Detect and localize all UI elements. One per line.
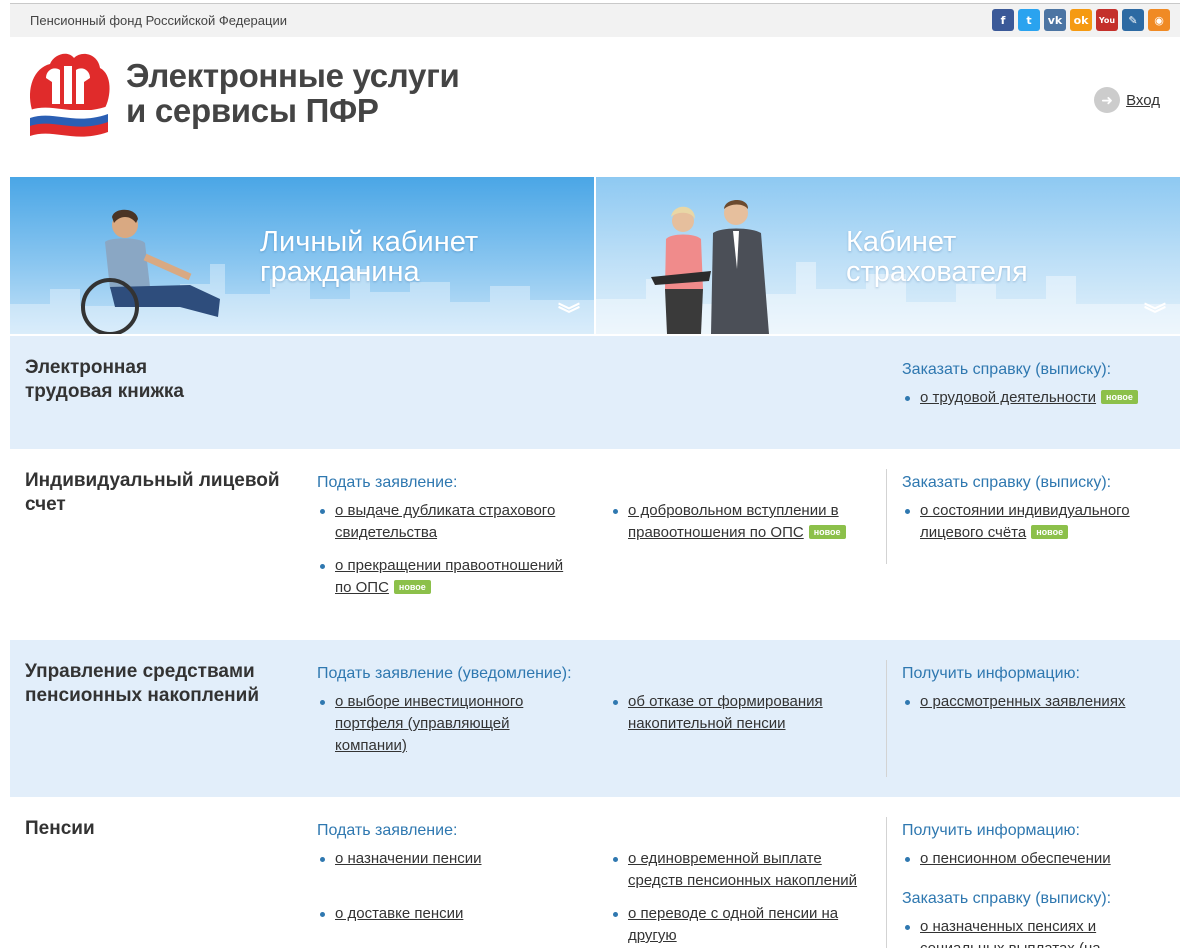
- link-reviewed-applications[interactable]: о рассмотренных заявлениях: [902, 691, 1125, 713]
- site-title-line1: Электронные услуги: [126, 57, 460, 94]
- col-head-submit: Подать заявление:: [317, 474, 458, 491]
- site-title: Электронные услуги и сервисы ПФР: [126, 58, 460, 128]
- new-badge: новое: [1101, 390, 1138, 404]
- section-title-line: Индивидуальный лицевой: [25, 470, 280, 491]
- link-assigned-pensions[interactable]: о назначенных пенсиях и социальных выпла…: [902, 916, 1101, 948]
- link-refuse-funded-pension[interactable]: об отказе от формирования накопительной …: [610, 691, 823, 735]
- link-text: накопительной пенсии: [628, 715, 786, 732]
- link-text: об отказе от формирования: [628, 693, 823, 710]
- col-head-get-info: Получить информацию:: [902, 822, 1080, 839]
- pension-savings-section: Управление средствами пенсионных накопле…: [10, 640, 1180, 797]
- link-pension-transfer[interactable]: о переводе с одной пенсии на другую: [610, 903, 838, 947]
- link-text: о единовременной выплате: [628, 850, 822, 867]
- org-name: Пенсионный фонд Российской Федерации: [30, 13, 287, 28]
- insurer-cabinet-banner[interactable]: Кабинет страхователя ︾: [596, 177, 1180, 334]
- link-pension-delivery[interactable]: о доставке пенсии: [317, 903, 463, 925]
- citizen-title-line2: гражданина: [260, 256, 420, 288]
- labor-book-section: Электронная трудовая книжка Заказать спр…: [10, 336, 1180, 449]
- column-divider: [886, 817, 887, 948]
- new-badge: новое: [1031, 525, 1069, 539]
- citizen-cabinet-banner[interactable]: Личный кабинет гражданина ︾: [10, 177, 594, 334]
- chevron-down-icon: ︾: [557, 302, 580, 327]
- site-title-line2: и сервисы ПФР: [126, 92, 379, 129]
- section-title-line: счет: [25, 494, 66, 515]
- link-text: о доставке пенсии: [335, 905, 464, 922]
- odnoklassniki-icon[interactable]: ok: [1070, 9, 1092, 31]
- man-in-wheelchair-image: [81, 209, 220, 334]
- link-text: о выдаче дубликата страхового: [335, 502, 556, 519]
- link-text: о пенсионном обеспечении: [920, 850, 1111, 867]
- col-head-order-certificate: Заказать справку (выписку):: [902, 361, 1112, 378]
- top-bar: Пенсионный фонд Российской Федерации ftv…: [10, 3, 1180, 37]
- youtube-icon[interactable]: You: [1096, 9, 1118, 31]
- col-head-order-certificate: Заказать справку (выписку):: [902, 474, 1112, 491]
- link-text: о рассмотренных заявлениях: [920, 693, 1126, 710]
- social-links: f t vk ok You ✎ ◉: [992, 9, 1170, 31]
- link-text: портфеля (управляющей: [335, 715, 510, 732]
- link-text: другую: [628, 927, 677, 944]
- link-account-status[interactable]: о состоянии индивидуального лицевого счё…: [902, 500, 1130, 544]
- link-text: о назначении пенсии: [335, 850, 482, 867]
- rss-icon[interactable]: ◉: [1148, 9, 1170, 31]
- link-investment-portfolio[interactable]: о выборе инвестиционного портфеля (управ…: [317, 691, 523, 757]
- link-pension-provision[interactable]: о пенсионном обеспечении: [902, 848, 1111, 870]
- insurer-title-line1: Кабинет: [846, 226, 957, 258]
- link-text: о состоянии индивидуального: [920, 502, 1130, 519]
- link-text: о назначенных пенсиях и: [920, 918, 1097, 935]
- link-text: правоотношения по ОПС: [628, 524, 804, 541]
- pensions-section: Пенсии Подать заявление: о назначении пе…: [10, 797, 1180, 948]
- link-text: социальных выплатах (на: [920, 940, 1101, 948]
- facebook-icon[interactable]: f: [992, 9, 1014, 31]
- link-text: о добровольном вступлении в: [628, 502, 839, 519]
- section-title-line: трудовая книжка: [25, 381, 184, 402]
- link-text: лицевого счёта: [920, 524, 1027, 541]
- link-text: средств пенсионных накоплений: [628, 872, 858, 889]
- new-badge: новое: [808, 525, 846, 539]
- new-badge: новое: [393, 580, 431, 594]
- link-text: о выборе инвестиционного: [335, 693, 524, 710]
- section-title-line: Электронная: [25, 357, 148, 378]
- chevron-down-icon: ︾: [1143, 302, 1166, 327]
- insurer-title-line2: страхователя: [846, 256, 1028, 288]
- link-text: о переводе с одной пенсии на: [628, 905, 839, 922]
- column-divider: [886, 469, 887, 564]
- column-divider: [886, 660, 887, 777]
- login-label: Вход: [1126, 91, 1160, 109]
- section-title: Электронная трудовая книжка: [25, 356, 184, 404]
- citizen-cabinet-title: Личный кабинет гражданина: [260, 227, 478, 287]
- section-title-line: Управление средствами: [25, 661, 255, 682]
- link-assign-pension[interactable]: о назначении пенсии: [317, 848, 482, 870]
- vk-icon[interactable]: vk: [1044, 9, 1066, 31]
- link-labor-activity[interactable]: о трудовой деятельности новое: [902, 387, 1138, 409]
- login-link[interactable]: ➜ Вход: [1094, 87, 1160, 113]
- business-people-image: [651, 200, 769, 334]
- pfr-logo[interactable]: [24, 48, 112, 138]
- livejournal-icon[interactable]: ✎: [1122, 9, 1144, 31]
- section-title: Управление средствами пенсионных накопле…: [25, 660, 259, 708]
- twitter-icon[interactable]: t: [1018, 9, 1040, 31]
- link-terminate-ops[interactable]: о прекращении правоотношений по ОПС новое: [317, 555, 563, 599]
- link-text: компании): [335, 737, 407, 754]
- col-head-submit-notice: Подать заявление (уведомление):: [317, 665, 572, 682]
- personal-account-section: Индивидуальный лицевой счет Подать заявл…: [10, 449, 1180, 640]
- section-title-line: пенсионных накоплений: [25, 685, 260, 706]
- link-text: по ОПС: [335, 579, 389, 596]
- link-duplicate-certificate[interactable]: о выдаче дубликата страхового свидетельс…: [317, 500, 555, 544]
- section-title: Индивидуальный лицевой счет: [25, 469, 280, 517]
- col-head-order-certificate: Заказать справку (выписку):: [902, 890, 1112, 907]
- citizen-title-line1: Личный кабинет: [260, 226, 479, 258]
- link-text: свидетельства: [335, 524, 438, 541]
- insurer-cabinet-title: Кабинет страхователя: [846, 227, 1028, 287]
- section-title: Пенсии: [25, 818, 95, 839]
- link-text: о трудовой деятельности: [920, 389, 1097, 406]
- link-text: о прекращении правоотношений: [335, 557, 564, 574]
- col-head-submit: Подать заявление:: [317, 822, 458, 839]
- link-lump-sum-payment[interactable]: о единовременной выплате средств пенсион…: [610, 848, 857, 892]
- col-head-get-info: Получить информацию:: [902, 665, 1080, 682]
- login-icon: ➜: [1094, 87, 1121, 113]
- link-voluntary-ops[interactable]: о добровольном вступлении в правоотношен…: [610, 500, 846, 544]
